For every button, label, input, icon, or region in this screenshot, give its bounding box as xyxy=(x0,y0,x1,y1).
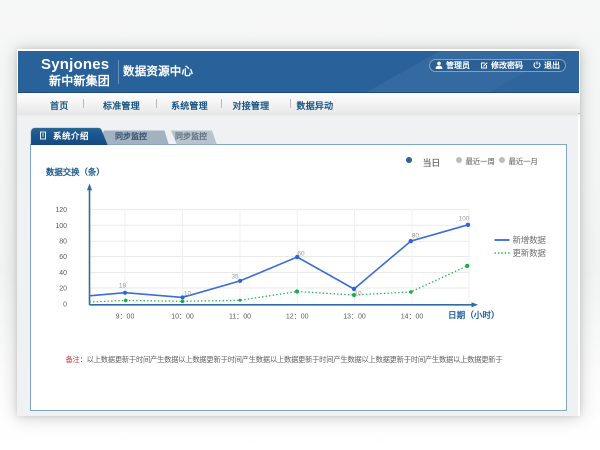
svg-text:12：00: 12：00 xyxy=(285,313,308,320)
svg-text:100: 100 xyxy=(55,222,67,229)
svg-text:80: 80 xyxy=(411,232,419,239)
svg-text:同步监控: 同步监控 xyxy=(115,131,147,141)
svg-text:120: 120 xyxy=(55,206,67,213)
svg-text:10: 10 xyxy=(183,290,191,297)
svg-text:10：00: 10：00 xyxy=(171,313,194,320)
svg-text:18: 18 xyxy=(118,282,126,289)
svg-text:系统介绍: 系统介绍 xyxy=(52,131,88,141)
svg-text:60: 60 xyxy=(59,254,67,261)
svg-text:20: 20 xyxy=(59,285,67,292)
svg-text:80: 80 xyxy=(59,238,67,245)
svg-text:13：00: 13：00 xyxy=(343,313,366,320)
svg-text:40: 40 xyxy=(59,270,67,277)
svg-text:100: 100 xyxy=(458,215,469,222)
svg-text:60: 60 xyxy=(297,250,305,257)
svg-text:35: 35 xyxy=(231,273,239,280)
svg-text:14：00: 14：00 xyxy=(400,313,423,320)
svg-text:10: 10 xyxy=(354,290,362,297)
svg-text:同步监控: 同步监控 xyxy=(175,131,207,141)
svg-text:日期（小时）: 日期（小时） xyxy=(448,309,500,320)
svg-text:11：00: 11：00 xyxy=(228,313,250,320)
svg-text:9：00: 9：00 xyxy=(115,313,134,320)
svg-text:0: 0 xyxy=(63,301,67,308)
